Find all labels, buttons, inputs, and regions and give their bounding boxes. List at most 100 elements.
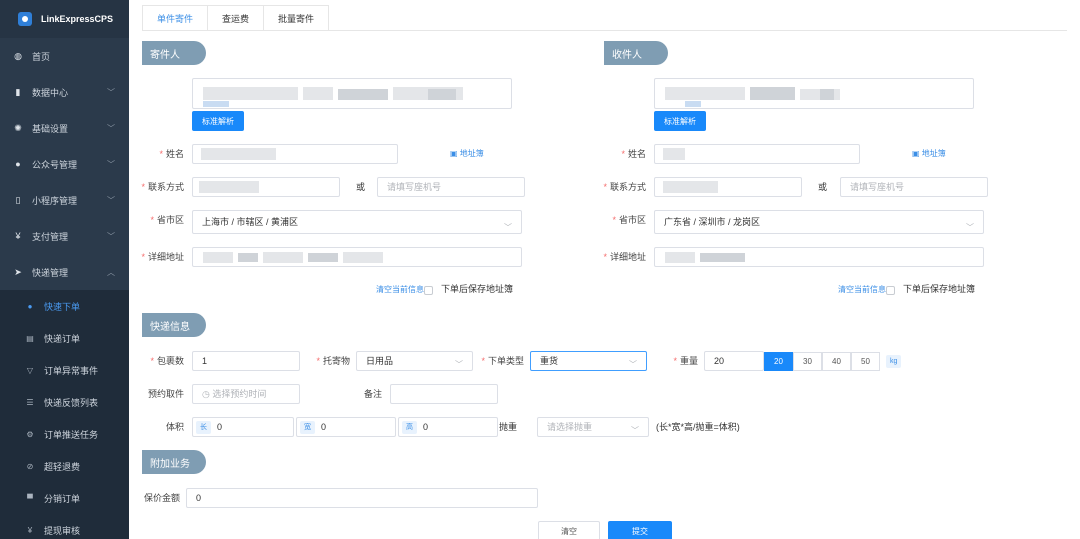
sidebar-item-home[interactable]: ◍ 首页 [0, 38, 129, 74]
yen-icon: ¥ [27, 525, 33, 535]
throw-weight-select[interactable]: 请选择抛重 ﹀ [537, 417, 649, 437]
sender-detail-label: * 详细地址 [136, 247, 184, 267]
weight-option-20[interactable]: 20 [764, 352, 793, 371]
required-mark: * [159, 149, 163, 159]
packages-label: * 包裹数 [144, 351, 184, 371]
sidebar-subitem-order-exceptions[interactable]: ▽ 订单异常事件 [0, 354, 129, 386]
sender-landline-input[interactable]: 请填写座机号 [377, 177, 525, 197]
sidebar-subitem-push-tasks[interactable]: ⚙ 订单推送任务 [0, 418, 129, 450]
receiver-region-select[interactable]: 广东省 / 深圳市 / 龙岗区 ﹀ [654, 210, 984, 234]
required-mark: * [141, 252, 145, 262]
sidebar-item-express[interactable]: ➤ 快递管理 ︿ [0, 254, 129, 290]
receiver-parse-button[interactable]: 标准解析 [654, 111, 706, 131]
shield-icon: ▽ [26, 365, 34, 375]
receiver-clear-link[interactable]: 清空当前信息 [838, 283, 886, 297]
weight-label: * 重量 [664, 351, 698, 371]
receiver-save-label: 下单后保存地址簿 [903, 284, 976, 294]
sidebar-item-payment[interactable]: ¥ 支付管理 ﹀ [0, 218, 129, 254]
chevron-down-icon: ﹀ [504, 223, 512, 232]
sender-contact-label: * 联系方式 [136, 177, 184, 197]
width-input[interactable]: 宽 0 [296, 417, 396, 437]
weight-option-40[interactable]: 40 [822, 352, 851, 371]
volume-label: 体积 [165, 422, 184, 432]
sender-name-label: * 姓名 [144, 144, 184, 164]
sidebar-subitem-distribution-orders[interactable]: ▀ 分销订单 [0, 482, 129, 514]
receiver-region-label: * 省市区 [598, 210, 646, 230]
weight-option-50[interactable]: 50 [851, 352, 880, 371]
tab-single-send[interactable]: 单件寄件 [142, 5, 209, 31]
tab-batch-send[interactable]: 批量寄件 [264, 5, 330, 31]
receiver-name-input[interactable] [654, 144, 860, 164]
sender-region-select[interactable]: 上海市 / 市辖区 / 黄浦区 ﹀ [192, 210, 522, 234]
sidebar-subitem-refund[interactable]: ⊘ 超轻退费 [0, 450, 129, 482]
sender-paste-textarea[interactable] [192, 78, 512, 109]
receiver-save-checkbox[interactable] [886, 286, 895, 295]
sidebar-subitem-express-orders[interactable]: ▤ 快递订单 [0, 322, 129, 354]
sender-mobile-input[interactable] [192, 177, 340, 197]
height-tag: 高 [402, 421, 417, 434]
order-type-select[interactable]: 重货 ﹀ [530, 351, 647, 371]
sidebar-subitem-label: 超轻退费 [44, 461, 81, 472]
document-icon: ▤ [26, 333, 34, 343]
sidebar-subitem-feedback-list[interactable]: ☰ 快递反馈列表 [0, 386, 129, 418]
receiver-contact-label: * 联系方式 [598, 177, 646, 197]
sidebar-item-mini-program[interactable]: ▯ 小程序管理 ﹀ [0, 182, 129, 218]
clear-button[interactable]: 清空 [538, 521, 600, 539]
weight-option-30[interactable]: 30 [793, 352, 822, 371]
pickup-label: 预约取件 [147, 389, 184, 399]
item-select[interactable]: 日用品 ﹀ [356, 351, 473, 371]
submit-button[interactable]: 提交 [608, 521, 672, 539]
sender-name-input[interactable] [192, 144, 398, 164]
length-input[interactable]: 长 0 [192, 417, 294, 437]
sidebar-subitem-label: 快递订单 [44, 333, 81, 344]
receiver-paste-textarea[interactable] [654, 78, 974, 109]
brand-title: LinkExpressCPS [41, 14, 114, 24]
required-mark: * [603, 182, 607, 192]
sender-address-book-link[interactable]: ▣ 地址簿 [450, 147, 484, 161]
height-input[interactable]: 高 0 [398, 417, 498, 437]
wechat-icon: ● [15, 159, 21, 169]
receiver-detail-input[interactable] [654, 247, 984, 267]
required-mark: * [612, 215, 616, 225]
chevron-down-icon: ﹀ [107, 123, 115, 133]
sidebar: LinkExpressCPS ◍ 首页 ▮ 数据中心 ﹀ ✺ 基础设置 ﹀ ● … [0, 0, 129, 539]
throw-weight-label: 抛重 [499, 422, 518, 432]
chevron-down-icon: ﹀ [966, 223, 974, 232]
sidebar-item-basic-settings[interactable]: ✺ 基础设置 ﹀ [0, 110, 129, 146]
tab-freight-query[interactable]: 查运费 [208, 5, 265, 31]
sidebar-subitem-label: 订单推送任务 [44, 429, 99, 440]
insured-amount-input[interactable]: 0 [186, 488, 538, 508]
label-text: 下单类型 [487, 356, 524, 366]
chevron-down-icon: ﹀ [107, 195, 115, 205]
sender-clear-link[interactable]: 清空当前信息 [376, 283, 424, 297]
sidebar-subitem-quick-order[interactable]: ● 快速下单 [0, 290, 129, 322]
sender-save-label: 下单后保存地址簿 [441, 284, 514, 294]
sidebar-subitem-withdraw-review[interactable]: ¥ 提现审核 [0, 514, 129, 539]
receiver-address-book-link[interactable]: ▣ 地址簿 [912, 147, 946, 161]
receiver-mobile-input[interactable] [654, 177, 802, 197]
brand[interactable]: LinkExpressCPS [0, 0, 129, 38]
input-value: 0 [423, 422, 429, 432]
pickup-time-input[interactable]: ◷ 选择预约时间 [192, 384, 300, 404]
placeholder-text: 请选择抛重 [547, 422, 593, 432]
sender-parse-button[interactable]: 标准解析 [192, 111, 244, 131]
sidebar-item-label: 数据中心 [32, 87, 69, 98]
sidebar-subitem-label: 快速下单 [44, 301, 81, 312]
sidebar-item-label: 小程序管理 [32, 195, 78, 206]
volume-formula: (长*宽*高/抛重=体积) [656, 422, 740, 432]
input-value: 0 [321, 422, 327, 432]
weight-input[interactable]: 20 [704, 351, 764, 371]
sidebar-item-official-account[interactable]: ● 公众号管理 ﹀ [0, 146, 129, 182]
select-value: 日用品 [366, 356, 394, 366]
packages-input[interactable]: 1 [192, 351, 300, 371]
receiver-landline-input[interactable]: 请填写座机号 [840, 177, 988, 197]
remark-input[interactable] [390, 384, 498, 404]
sender-detail-input[interactable] [192, 247, 522, 267]
mobile-icon: ▯ [15, 194, 21, 205]
receiver-name-label: * 姓名 [606, 144, 646, 164]
globe-icon: ● [27, 301, 33, 311]
sidebar-item-data-center[interactable]: ▮ 数据中心 ﹀ [0, 74, 129, 110]
label-text: 联系方式 [609, 182, 646, 192]
sender-save-checkbox[interactable] [424, 286, 433, 295]
required-mark: * [150, 215, 154, 225]
